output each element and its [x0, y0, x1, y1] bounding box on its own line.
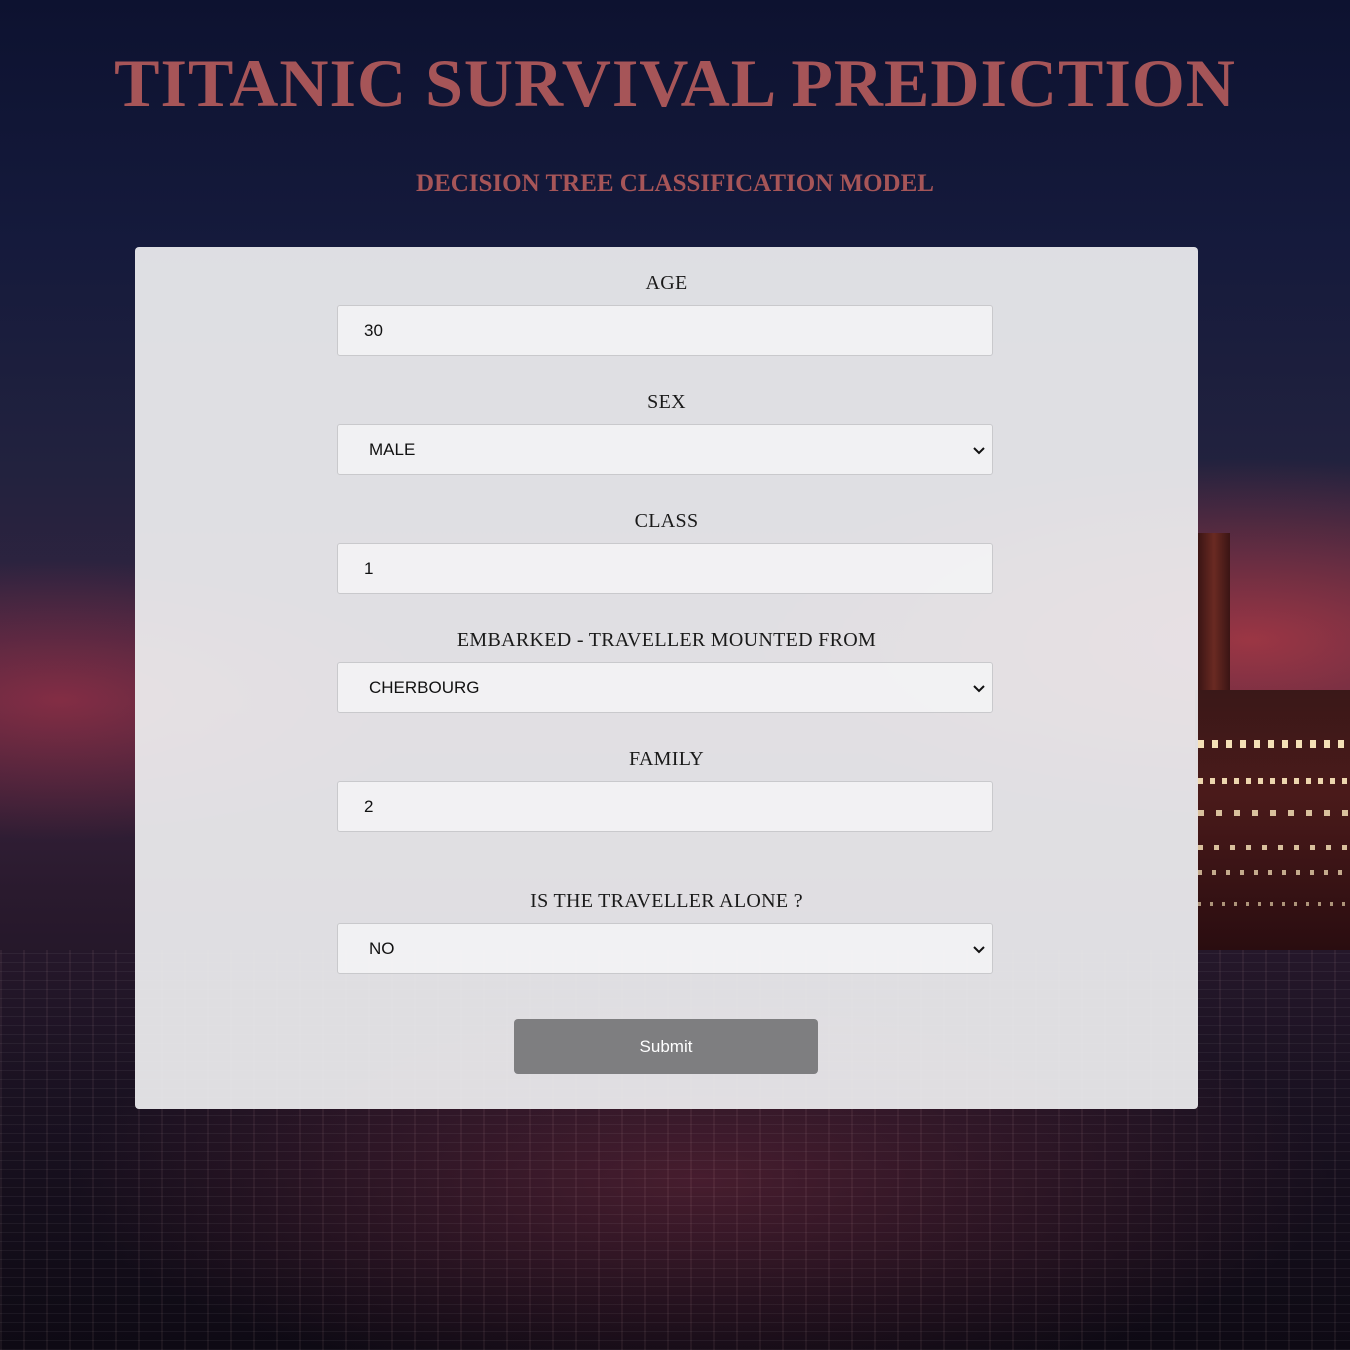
sex-label: SEX — [647, 391, 686, 413]
embarked-label: EMBARKED - TRAVELLER MOUNTED FROM — [456, 629, 877, 651]
chevron-down-icon — [973, 447, 985, 455]
age-input[interactable]: 30 — [337, 305, 993, 356]
submit-button[interactable]: Submit — [514, 1019, 818, 1074]
page-title: TITANIC SURVIVAL PREDICTION — [114, 45, 1236, 121]
ship-lights — [1198, 730, 1350, 930]
ship-hull — [1195, 690, 1350, 950]
sex-value: MALE — [369, 439, 416, 459]
chevron-down-icon — [973, 685, 985, 693]
age-label: AGE — [645, 272, 688, 294]
age-value: 30 — [364, 320, 383, 340]
family-label: FAMILY — [629, 748, 704, 770]
ship-funnel — [1198, 533, 1230, 693]
alone-label: IS THE TRAVELLER ALONE ? — [530, 890, 803, 912]
embarked-value: CHERBOURG — [369, 677, 480, 697]
chevron-down-icon — [973, 946, 985, 954]
family-value: 2 — [364, 796, 374, 816]
prediction-form-card: AGE 30 SEX MALE CLASS 1 EMBARKED - TRAVE… — [135, 247, 1198, 1109]
class-input[interactable]: 1 — [337, 543, 993, 594]
sex-select[interactable]: MALE — [337, 424, 993, 475]
embarked-select[interactable]: CHERBOURG — [337, 662, 993, 713]
class-label: CLASS — [634, 510, 699, 532]
alone-value: NO — [369, 938, 395, 958]
page-subtitle: DECISION TREE CLASSIFICATION MODEL — [416, 170, 934, 197]
family-input[interactable]: 2 — [337, 781, 993, 832]
class-value: 1 — [364, 558, 374, 578]
alone-select[interactable]: NO — [337, 923, 993, 974]
